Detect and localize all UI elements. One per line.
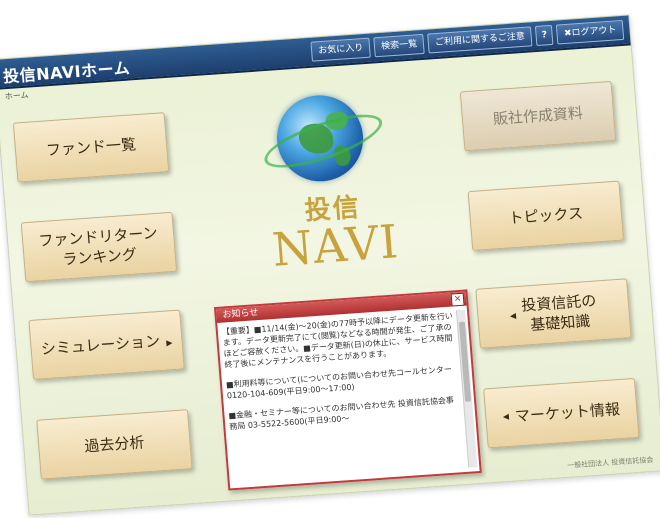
distributor-materials-button[interactable]: 販社作成資料	[459, 80, 617, 152]
past-analysis-button[interactable]: 過去分析	[36, 409, 193, 480]
breadcrumb[interactable]: ホーム	[4, 90, 29, 103]
left-arrow-icon: ◀	[509, 310, 517, 321]
favorites-button[interactable]: お気に入り	[310, 37, 372, 62]
app-window: 投信NAVIホーム お気に入り 検索一覧 ご利用に関するご注意 ? ✖ログアウト…	[0, 14, 660, 516]
fund-return-ranking-button[interactable]: ファンドリターン ランキング	[20, 211, 178, 283]
logout-button[interactable]: ✖ログアウト	[556, 19, 625, 45]
past-analysis-label: 過去分析	[83, 433, 146, 456]
top-toolbar: お気に入り 検索一覧 ご利用に関するご注意 ? ✖ログアウト	[310, 19, 625, 62]
simulation-button[interactable]: シミュレーション	[28, 309, 185, 380]
scrollbar-thumb[interactable]	[458, 321, 472, 402]
footer-text: 一般社団法人 投資信託協会	[566, 455, 654, 470]
logo-navi-text: NAVI	[270, 214, 401, 277]
title-bar: 投信NAVIホーム お気に入り 検索一覧 ご利用に関するご注意 ? ✖ログアウト	[0, 15, 631, 90]
search-list-button[interactable]: 検索一覧	[373, 33, 425, 58]
simulation-label: シミュレーション	[40, 330, 173, 359]
notice-body: 【重要】■11/14(金)～20(金)の77時予以降にデータ更新を行います。デー…	[222, 310, 466, 484]
notice-paragraph: ■金融・セミナー等についてのお問い合わせ先 投資信託協会事務局 03-5522-…	[228, 395, 455, 432]
fund-list-button[interactable]: ファンド一覧	[12, 112, 170, 183]
distributor-materials-label: 販社作成資料	[492, 103, 584, 129]
notice-panel: お知らせ × 【重要】■11/14(金)～20(金)の77時予以降にデータ更新を…	[213, 289, 482, 491]
topics-button[interactable]: トピックス	[467, 180, 624, 251]
market-info-button[interactable]: ◀ マーケット情報	[483, 377, 640, 449]
fund-return-ranking-label: ファンドリターン ランキング	[37, 223, 159, 269]
market-info-label: マーケット情報	[514, 399, 621, 426]
topics-label: トピックス	[507, 204, 584, 228]
notice-title: お知らせ	[222, 308, 259, 321]
usage-notes-button[interactable]: ご利用に関するご注意	[427, 26, 533, 54]
tousin-navi-logo: 投信 NAVI	[255, 85, 401, 303]
left-arrow-icon: ◀	[502, 411, 510, 421]
close-icon[interactable]: ×	[450, 292, 465, 307]
screen: 投信NAVIホーム お気に入り 検索一覧 ご利用に関するご注意 ? ✖ログアウト…	[0, 0, 660, 518]
help-button[interactable]: ?	[535, 24, 554, 46]
fund-list-label: ファンド一覧	[45, 135, 137, 160]
fund-basics-button[interactable]: ◀ 投資信託の 基礎知識	[475, 278, 632, 349]
app-title: 投信NAVIホーム	[2, 58, 131, 87]
fund-basics-label: 投資信託の 基礎知識	[520, 291, 597, 335]
